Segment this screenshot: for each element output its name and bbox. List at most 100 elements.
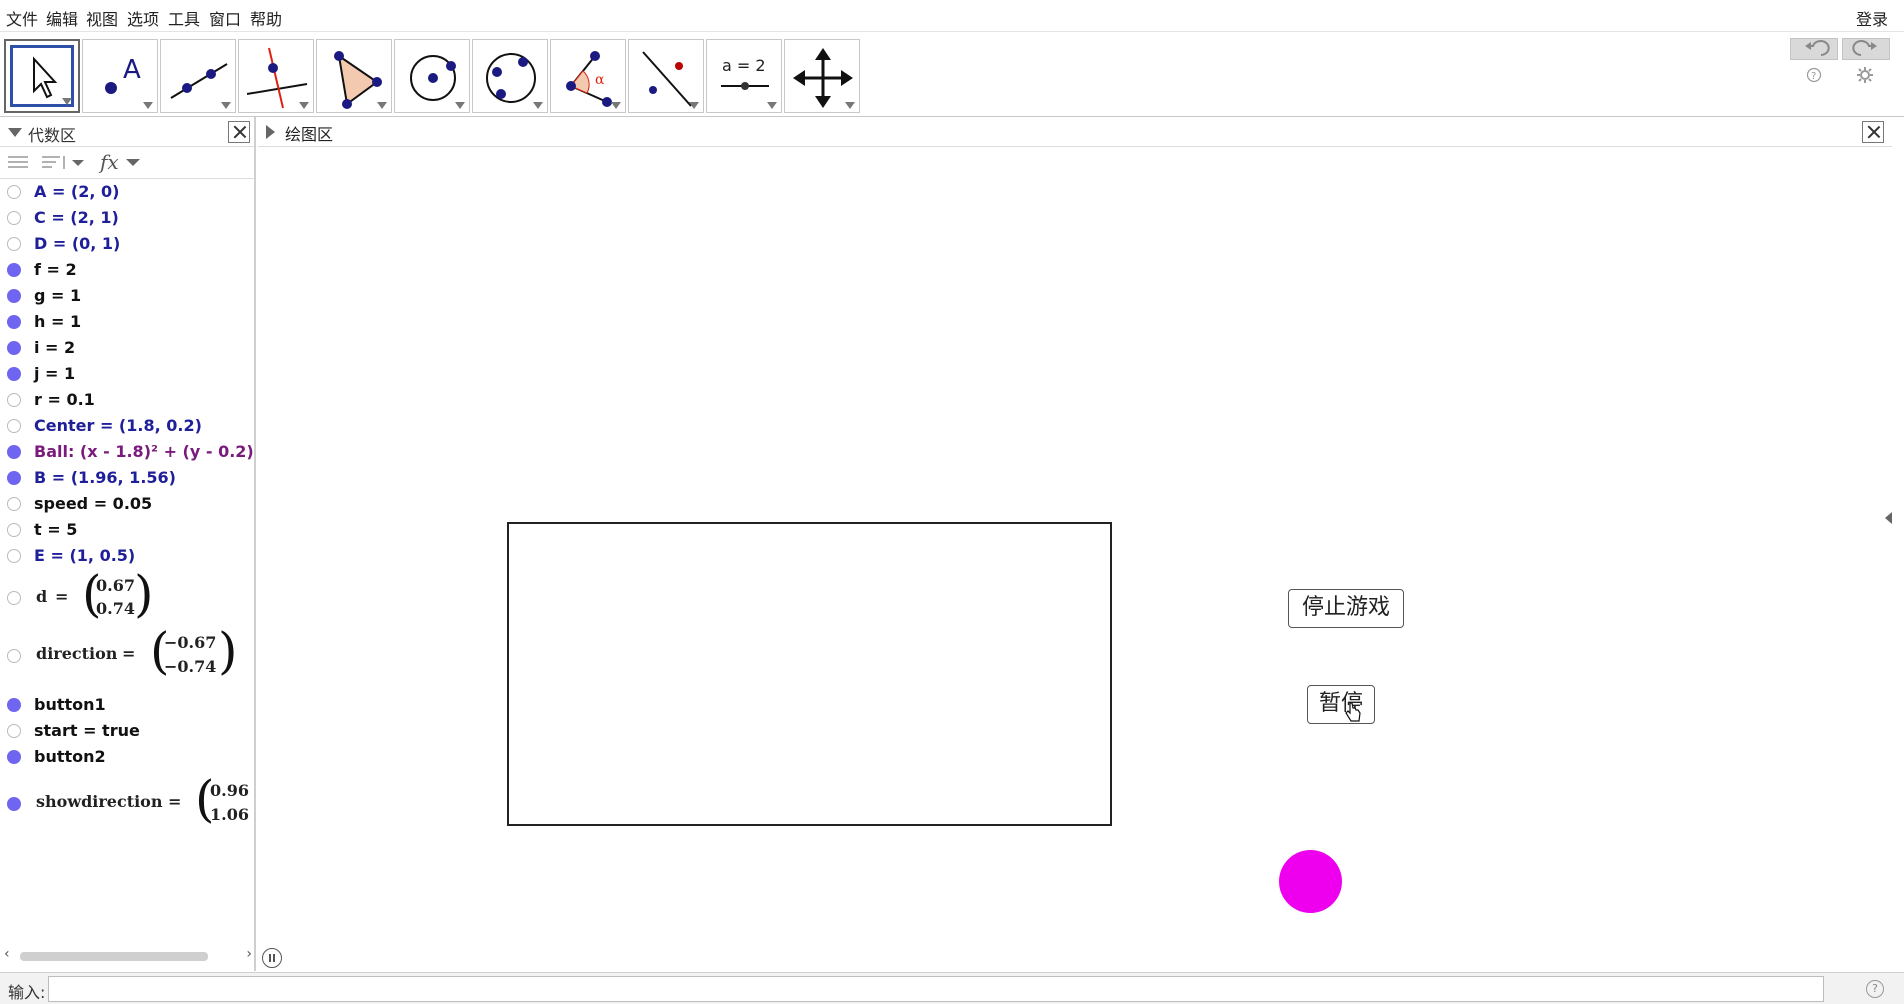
gear-icon[interactable]: [1857, 67, 1873, 83]
menu-bar: 文件 编辑 视图 选项 工具 窗口 帮助 登录: [0, 0, 1904, 32]
menu-file[interactable]: 文件: [6, 6, 38, 30]
list-item[interactable]: Ball: (x - 1.8)² + (y - 0.2)² =: [0, 439, 254, 465]
command-input[interactable]: [48, 976, 1824, 1002]
angle-tool-button[interactable]: α: [550, 39, 626, 113]
list-item[interactable]: r = 0.1: [0, 387, 254, 413]
list-item-vector-d[interactable]: d = ( 0.67 0.74 ): [0, 569, 254, 627]
menu-tools[interactable]: 工具: [168, 6, 200, 30]
visibility-toggle[interactable]: [7, 263, 21, 277]
toolbar: A α a = 2 ?: [0, 33, 1904, 117]
scroll-left-icon[interactable]: ‹: [4, 946, 10, 962]
game-board-rectangle: [507, 522, 1112, 826]
menu-help[interactable]: 帮助: [250, 6, 282, 30]
close-graphics-button[interactable]: [1862, 121, 1884, 143]
list-item[interactable]: C = (2, 1): [0, 205, 254, 231]
reflect-tool-button[interactable]: [628, 39, 704, 113]
visibility-toggle[interactable]: [7, 367, 21, 381]
visibility-toggle[interactable]: [7, 419, 21, 433]
list-item[interactable]: h = 1: [0, 309, 254, 335]
horizontal-scrollbar[interactable]: ‹ ›: [4, 946, 252, 963]
visibility-toggle[interactable]: [7, 315, 21, 329]
list-item-vector-showdirection[interactable]: showdirection = ( 0.96 1.06: [0, 773, 254, 833]
menu-view[interactable]: 视图: [86, 6, 118, 30]
list-item[interactable]: i = 2: [0, 335, 254, 361]
menu-options[interactable]: 选项: [127, 6, 159, 30]
polygon-tool-button[interactable]: [316, 39, 392, 113]
visibility-toggle[interactable]: [7, 549, 21, 563]
visibility-toggle[interactable]: [7, 211, 21, 225]
list-item[interactable]: A = (2, 0): [0, 179, 254, 205]
menu-lines-icon[interactable]: [8, 155, 28, 171]
move-view-tool-button[interactable]: [784, 39, 860, 113]
stop-game-button[interactable]: 停止游戏: [1288, 589, 1404, 628]
visibility-toggle[interactable]: [7, 724, 21, 738]
circle-tool-button[interactable]: [394, 39, 470, 113]
expand-triangle-icon[interactable]: [266, 125, 275, 139]
collapse-triangle-icon[interactable]: [8, 128, 22, 137]
visibility-toggle[interactable]: [7, 289, 21, 303]
list-item[interactable]: t = 5: [0, 517, 254, 543]
move-tool-button[interactable]: [4, 39, 80, 113]
list-item[interactable]: B = (1.96, 1.56): [0, 465, 254, 491]
list-item-vector-direction[interactable]: direction = ( −0.67 −0.74 ): [0, 626, 254, 685]
input-bar: 输入: ?: [0, 972, 1904, 1004]
menu-window[interactable]: 窗口: [209, 6, 241, 30]
graphics-header: 绘图区: [258, 117, 1892, 147]
visibility-toggle[interactable]: [7, 698, 21, 712]
redo-icon: [1852, 40, 1877, 56]
slider-label: a = 2: [722, 56, 766, 75]
visibility-toggle[interactable]: [7, 649, 21, 663]
conic-tool-button[interactable]: [472, 39, 548, 113]
point-tool-button[interactable]: A: [82, 39, 158, 113]
algebra-header: 代数区: [0, 117, 254, 147]
pause-animation-icon[interactable]: [262, 948, 282, 968]
scroll-right-icon[interactable]: ›: [246, 946, 252, 962]
list-item[interactable]: button1: [0, 692, 254, 718]
visibility-toggle[interactable]: [7, 523, 21, 537]
pause-button[interactable]: 暂停: [1307, 685, 1375, 724]
scroll-thumb[interactable]: [20, 952, 208, 961]
visibility-toggle[interactable]: [7, 750, 21, 764]
visibility-toggle[interactable]: [7, 393, 21, 407]
redo-button[interactable]: [1842, 38, 1890, 60]
input-help-icon[interactable]: ?: [1866, 980, 1884, 998]
hand-cursor-icon: [1345, 702, 1361, 722]
visibility-toggle[interactable]: [7, 797, 21, 811]
list-item[interactable]: j = 1: [0, 361, 254, 387]
visibility-toggle[interactable]: [7, 591, 21, 605]
line-tool-button[interactable]: [160, 39, 236, 113]
list-item[interactable]: speed = 0.05: [0, 491, 254, 517]
ball[interactable]: [1279, 850, 1342, 913]
help-icon[interactable]: ?: [1806, 67, 1822, 83]
undo-icon: [1805, 40, 1830, 56]
svg-text:α: α: [595, 72, 605, 88]
list-item[interactable]: Center = (1.8, 0.2): [0, 413, 254, 439]
undo-button[interactable]: [1790, 38, 1838, 60]
sort-icon[interactable]: [42, 154, 88, 172]
graphics-title: 绘图区: [285, 125, 334, 144]
menu-edit[interactable]: 编辑: [46, 6, 78, 30]
list-item[interactable]: button2: [0, 744, 254, 770]
list-item[interactable]: start = true: [0, 718, 254, 744]
close-algebra-button[interactable]: [228, 121, 250, 143]
algebra-view: 代数区 𝑓x A = (2, 0) C = (2, 1) D = (0, 1) …: [0, 117, 256, 971]
graphics-view[interactable]: 绘图区 停止游戏 暂停: [258, 117, 1892, 971]
visibility-toggle[interactable]: [7, 445, 21, 459]
visibility-toggle[interactable]: [7, 237, 21, 251]
fx-icon[interactable]: 𝑓x: [100, 150, 119, 174]
algebra-title: 代数区: [28, 126, 77, 145]
visibility-toggle[interactable]: [7, 185, 21, 199]
list-item[interactable]: f = 2: [0, 257, 254, 283]
list-item[interactable]: E = (1, 0.5): [0, 543, 254, 569]
list-item[interactable]: g = 1: [0, 283, 254, 309]
side-panel-arrow-icon[interactable]: [1885, 512, 1892, 524]
visibility-toggle[interactable]: [7, 341, 21, 355]
login-link[interactable]: 登录: [1856, 6, 1888, 30]
input-label: 输入:: [8, 983, 46, 1002]
chevron-down-icon[interactable]: [126, 159, 140, 169]
visibility-toggle[interactable]: [7, 471, 21, 485]
visibility-toggle[interactable]: [7, 497, 21, 511]
slider-tool-button[interactable]: a = 2: [706, 39, 782, 113]
list-item[interactable]: D = (0, 1): [0, 231, 254, 257]
perpendicular-tool-button[interactable]: [238, 39, 314, 113]
